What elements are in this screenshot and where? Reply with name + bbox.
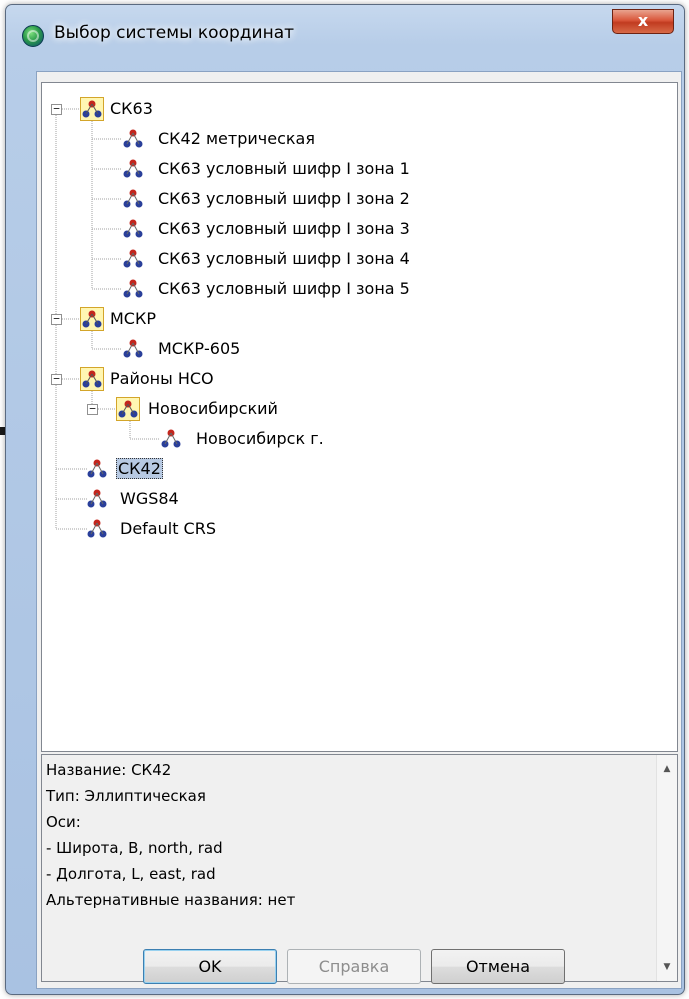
tree-node-label[interactable]: СК42 метрическая xyxy=(156,128,317,149)
minus-box-icon[interactable]: − xyxy=(87,403,98,415)
crs-tree[interactable]: − СК63 СК42 метрическая СК63 условный ши… xyxy=(41,82,678,752)
crs-folder-icon xyxy=(80,307,104,331)
minus-box-icon[interactable]: − xyxy=(51,373,62,385)
tree-node-label[interactable]: МСКР xyxy=(108,308,158,329)
button-bar: OK Справка Отмена xyxy=(37,932,681,984)
dialog-client: − СК63 СК42 метрическая СК63 условный ши… xyxy=(36,71,682,989)
info-axes-header: Оси: xyxy=(46,813,81,831)
crs-nodes-icon xyxy=(122,128,144,150)
info-axis-latitude: - Широта, B, north, rad xyxy=(46,839,223,857)
info-axis-longitude: - Долгота, L, east, rad xyxy=(46,865,216,883)
crs-nodes-icon xyxy=(86,458,108,480)
tree-node-label[interactable]: Районы НСО xyxy=(108,368,216,389)
tree-node-label[interactable]: Default CRS xyxy=(118,518,218,539)
tree-node-label[interactable]: СК63 условный шифр I зона 2 xyxy=(156,188,412,209)
title-bar[interactable]: Выбор системы координат x xyxy=(6,5,684,65)
cancel-button[interactable]: Отмена xyxy=(431,949,565,984)
tree-node-label[interactable]: СК63 условный шифр I зона 1 xyxy=(156,158,412,179)
minus-box-icon[interactable]: − xyxy=(51,103,62,115)
minus-box-icon[interactable]: − xyxy=(51,313,62,325)
tree-node-label[interactable]: СК63 условный шифр I зона 4 xyxy=(156,248,412,269)
tree-node-label[interactable]: Новосибирск г. xyxy=(194,428,326,449)
crs-nodes-icon xyxy=(122,278,144,300)
window-title: Выбор системы координат xyxy=(54,23,295,43)
scroll-up-icon[interactable]: ▲ xyxy=(657,759,677,779)
crs-nodes-icon xyxy=(122,338,144,360)
crs-nodes-icon xyxy=(86,518,108,540)
crs-folder-icon xyxy=(116,397,140,421)
help-button[interactable]: Справка xyxy=(287,949,421,984)
dialog-window: Выбор системы координат x − СК63 СК42 ме… xyxy=(5,4,685,995)
info-type: Тип: Эллиптическая xyxy=(46,787,206,805)
crs-nodes-icon xyxy=(122,248,144,270)
globe-icon xyxy=(22,25,44,47)
tree-node-label[interactable]: WGS84 xyxy=(118,488,181,509)
tree-node-label[interactable]: СК63 условный шифр I зона 3 xyxy=(156,218,412,239)
info-alt-names: Альтернативные названия: нет xyxy=(46,891,296,909)
tree-node-label[interactable]: СК63 xyxy=(108,98,155,119)
crs-nodes-icon xyxy=(122,188,144,210)
crs-nodes-icon xyxy=(86,488,108,510)
crs-nodes-icon xyxy=(122,218,144,240)
ok-button[interactable]: OK xyxy=(143,949,277,984)
tree-node-label[interactable]: СК63 условный шифр I зона 5 xyxy=(156,278,412,299)
tree-node-label-selected[interactable]: СК42 xyxy=(116,458,163,479)
crs-folder-icon xyxy=(80,97,104,121)
crs-nodes-icon xyxy=(122,158,144,180)
tree-node-label[interactable]: МСКР-605 xyxy=(156,338,242,359)
close-button[interactable]: x xyxy=(612,9,674,34)
tree-node-label[interactable]: Новосибирский xyxy=(146,398,280,419)
crs-folder-icon xyxy=(80,367,104,391)
crs-nodes-icon xyxy=(160,428,182,450)
info-name: Название: СК42 xyxy=(46,761,172,779)
